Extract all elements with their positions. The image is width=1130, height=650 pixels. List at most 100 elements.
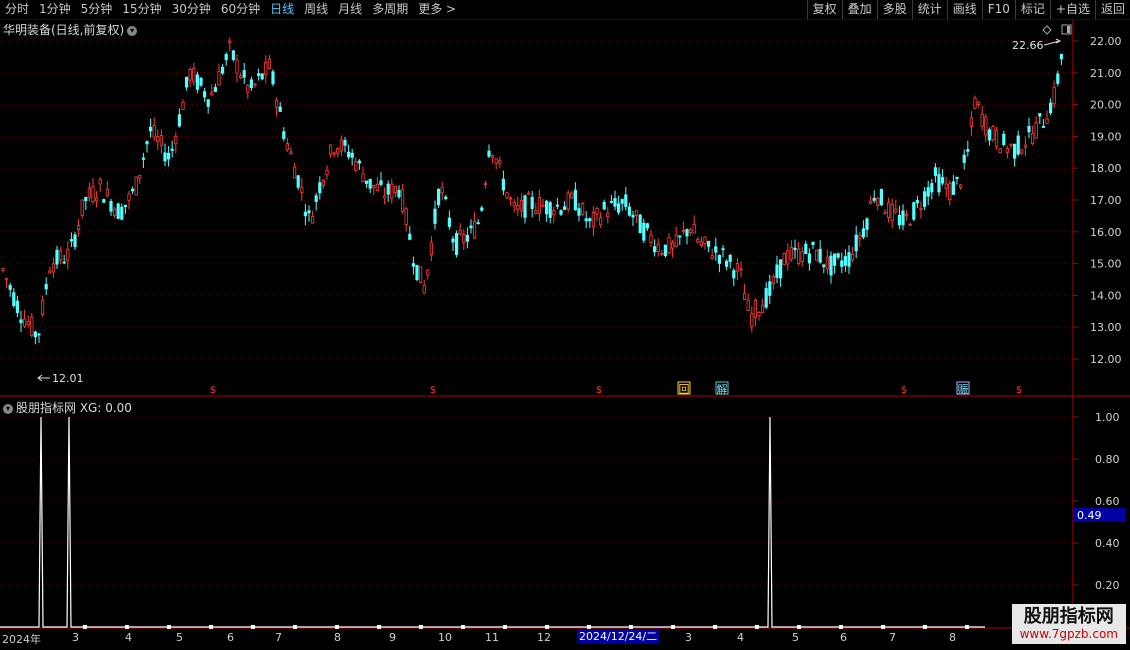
period-multi[interactable]: 多周期 xyxy=(367,0,413,19)
candle-body xyxy=(123,204,127,208)
period-minute[interactable]: 分时 xyxy=(0,0,34,19)
candle-body xyxy=(645,223,650,229)
candle-body xyxy=(786,250,790,265)
candle-body xyxy=(897,214,902,226)
candle-body xyxy=(476,222,480,225)
candle-body xyxy=(411,263,416,267)
candle-body xyxy=(30,316,34,336)
diamond-icon[interactable] xyxy=(1042,25,1052,35)
event-marker[interactable]: $ xyxy=(901,385,907,396)
candle-body xyxy=(447,217,452,227)
candle-body xyxy=(494,158,498,164)
candle-body xyxy=(703,236,707,245)
candle-body xyxy=(145,141,149,145)
event-marker[interactable]: $ xyxy=(596,385,602,396)
candle-body xyxy=(851,253,855,261)
candle-body xyxy=(80,199,84,216)
candle-body xyxy=(660,252,664,255)
event-marker[interactable]: 解 xyxy=(717,382,728,396)
candle-body xyxy=(390,183,394,199)
indicator-y-tick: 0.60 xyxy=(1095,495,1120,508)
stats-button[interactable]: 统计 xyxy=(911,0,947,19)
candle-body xyxy=(109,201,113,212)
candle-body xyxy=(357,160,362,164)
candle-body xyxy=(537,197,542,215)
period-5min[interactable]: 5分钟 xyxy=(76,0,118,19)
candle-body xyxy=(955,176,959,179)
candle-body xyxy=(530,196,534,209)
candle-body xyxy=(368,178,372,189)
candle-body xyxy=(649,234,653,243)
candle-body xyxy=(404,208,408,226)
x-tick-label: 11 xyxy=(485,631,499,644)
candle-body xyxy=(1041,126,1045,128)
candle-body xyxy=(563,206,567,210)
candle-body xyxy=(66,248,70,261)
mark-button[interactable]: 标记 xyxy=(1014,0,1050,19)
candle-body xyxy=(782,253,786,266)
adjust-button[interactable]: 复权 xyxy=(806,0,842,19)
indicator-chart[interactable]: 1.00 0.80 0.60 0.40 0.20 0.49 xyxy=(0,397,1130,629)
y-tick-label: 16.00 xyxy=(1090,226,1122,239)
candle-body xyxy=(890,203,894,222)
chevron-down-icon[interactable]: ▾ xyxy=(127,25,138,36)
add-watchlist-button[interactable]: +自选 xyxy=(1049,0,1095,19)
period-more[interactable]: 更多 > xyxy=(413,0,461,19)
kline-chart[interactable]: 22.00 21.00 20.00 19.00 18.00 17.00 16.00 15.00… xyxy=(0,20,1130,397)
candle-body xyxy=(292,166,297,179)
date-axis: 2024年 3 4 5 6 7 8 9 10 11 12 3 4 5 6 7 8 xyxy=(0,629,1130,650)
event-marker[interactable]: $ xyxy=(1016,385,1022,396)
indicator-title[interactable]: ▾ 股朋指标网 XG: 0.00 xyxy=(3,399,132,416)
candle-body xyxy=(372,185,376,189)
period-1min[interactable]: 1分钟 xyxy=(34,0,76,19)
period-daily[interactable]: 日线 xyxy=(265,0,299,19)
period-weekly[interactable]: 周线 xyxy=(299,0,333,19)
candle-body xyxy=(458,230,462,235)
y-tick-label: 13.00 xyxy=(1090,321,1122,334)
candle-body xyxy=(130,188,135,192)
candle-body xyxy=(95,197,99,202)
event-marker[interactable]: 赈 xyxy=(958,383,969,396)
candle-body xyxy=(739,268,743,271)
candle-body xyxy=(332,152,336,155)
candle-body xyxy=(55,249,59,265)
f10-button[interactable]: F10 xyxy=(981,0,1015,19)
period-15min[interactable]: 15分钟 xyxy=(117,0,166,19)
candle-body xyxy=(1052,86,1056,105)
x-tick-label: 6 xyxy=(840,631,847,644)
chart-title[interactable]: 华明装备(日线,前复权) ▾ xyxy=(3,21,138,38)
draw-button[interactable]: 画线 xyxy=(946,0,982,19)
candle-body xyxy=(26,321,30,326)
candle-body xyxy=(350,152,354,158)
candle-body xyxy=(69,239,73,242)
period-60min[interactable]: 60分钟 xyxy=(216,0,265,19)
candle-body xyxy=(653,246,657,253)
period-monthly[interactable]: 月线 xyxy=(333,0,367,19)
event-marker[interactable]: 回 xyxy=(679,383,690,396)
y-tick-label: 18.00 xyxy=(1090,162,1122,175)
candle-body xyxy=(267,58,272,69)
candle-body xyxy=(321,179,326,186)
candle-body xyxy=(919,208,923,211)
candle-body xyxy=(595,208,599,215)
candle-body xyxy=(202,91,207,98)
candle-body xyxy=(418,266,423,283)
chevron-down-icon[interactable]: ▾ xyxy=(3,403,13,414)
multi-stock-button[interactable]: 多股 xyxy=(876,0,912,19)
candle-body xyxy=(271,71,275,85)
candle-body xyxy=(41,299,45,315)
period-30min[interactable]: 30分钟 xyxy=(167,0,216,19)
event-marker[interactable]: $ xyxy=(210,385,216,396)
candle-body xyxy=(815,249,819,261)
candle-body xyxy=(325,169,329,176)
candle-body xyxy=(620,199,624,204)
candle-body xyxy=(472,220,477,239)
x-tick-label: 5 xyxy=(176,631,183,644)
candle-body xyxy=(1023,144,1027,148)
candle-body xyxy=(19,319,23,324)
candle-body xyxy=(152,125,156,138)
candle-body xyxy=(379,180,383,185)
overlay-button[interactable]: 叠加 xyxy=(841,0,877,19)
event-marker[interactable]: $ xyxy=(430,385,436,396)
back-button[interactable]: 返回 xyxy=(1094,0,1130,19)
